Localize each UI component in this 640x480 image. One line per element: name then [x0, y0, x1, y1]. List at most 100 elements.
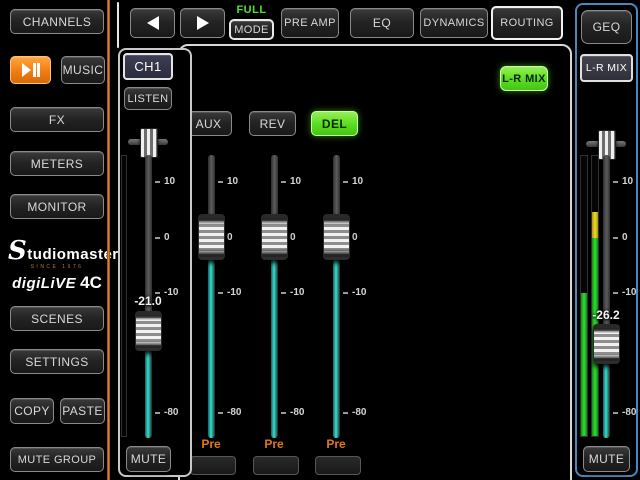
aux-sends-button[interactable]: AUX: [185, 111, 232, 136]
geq-button[interactable]: GEQ: [581, 10, 632, 44]
scenes-label: SCENES: [31, 312, 83, 326]
tab-dynamics[interactable]: DYNAMICS: [420, 8, 488, 38]
master-select-button[interactable]: L-R MIX: [580, 54, 633, 82]
paste-button[interactable]: PASTE: [60, 398, 105, 424]
send3-tick-10: 10: [343, 176, 375, 187]
mode-control: FULL MODE: [228, 4, 275, 42]
master-tick-0: 0: [613, 232, 640, 243]
tab-eq[interactable]: EQ: [350, 8, 414, 38]
master-fader-value: -26.2: [583, 308, 629, 322]
sidebar-item-music[interactable]: MUSIC: [61, 56, 105, 84]
send3-fader-fill: [333, 258, 339, 438]
rev-sends-button[interactable]: REV: [249, 111, 296, 136]
preamp-label: PRE AMP: [284, 17, 336, 29]
master-fader-fill: [603, 362, 609, 438]
send1-option-box[interactable]: [190, 456, 236, 475]
destination-badge[interactable]: L-R MIX: [500, 66, 548, 91]
aux-label: AUX: [196, 117, 222, 131]
destination-badge-label: L-R MIX: [502, 73, 546, 85]
routing-label: ROUTING: [500, 17, 554, 29]
master-tick-m80: -80: [613, 407, 640, 418]
send3-pre-label: Pre: [314, 437, 358, 451]
toolbar-divider: [117, 2, 119, 48]
send1-tick-10: 10: [218, 176, 250, 187]
listen-label: LISTEN: [128, 93, 169, 105]
left-arrow-icon: [147, 16, 159, 30]
brand-logo: Studiomaster SINCE 1976 digiLiVE4C: [8, 238, 106, 293]
channel-mute-label: MUTE: [131, 452, 167, 466]
tab-routing[interactable]: ROUTING: [491, 6, 563, 40]
master-meter-right-peak: [592, 212, 598, 238]
mode-label: MODE: [234, 24, 269, 36]
mode-state: FULL: [228, 4, 275, 16]
eq-label: EQ: [373, 16, 391, 30]
tab-preamp[interactable]: PRE AMP: [281, 8, 339, 38]
send1-fader-fill: [208, 258, 214, 438]
sidebar: CHANNELS MUSIC FX METERS MONITOR Studiom…: [0, 0, 107, 480]
send2-fader-fill: [271, 258, 277, 438]
send3-tick-m80: -80: [343, 407, 375, 418]
mixer-app: CHANNELS MUSIC FX METERS MONITOR Studiom…: [0, 0, 640, 480]
master-tick-m10: -10: [613, 287, 640, 298]
master-tick-10: 10: [613, 176, 640, 187]
play-pause-button[interactable]: [10, 56, 51, 84]
send3-option-box[interactable]: [315, 456, 361, 475]
send2-pre-label: Pre: [252, 437, 296, 451]
mode-button[interactable]: MODE: [229, 19, 274, 40]
channel-pan-knob[interactable]: [140, 128, 158, 158]
channel-fader-cap[interactable]: [135, 311, 162, 351]
sidebar-item-settings[interactable]: SETTINGS: [10, 349, 104, 374]
sidebar-item-monitor[interactable]: MONITOR: [10, 194, 104, 219]
mute-group-button[interactable]: MUTE GROUP: [10, 447, 104, 472]
play-pause-icon: [22, 63, 40, 77]
send1-fader-cap[interactable]: [198, 214, 225, 260]
master-name: L-R MIX: [586, 62, 627, 74]
settings-label: SETTINGS: [25, 355, 88, 369]
send3-tick-m10: -10: [343, 287, 375, 298]
channel-select-button[interactable]: CH1: [123, 53, 173, 80]
send2-fader-cap[interactable]: [261, 214, 288, 260]
master-mute-label: MUTE: [589, 452, 625, 466]
sidebar-item-channels[interactable]: CHANNELS: [10, 9, 104, 34]
paste-label: PASTE: [62, 404, 102, 418]
mute-group-label: MUTE GROUP: [18, 454, 97, 466]
brand-name: Studiomaster: [8, 238, 106, 264]
dynamics-label: DYNAMICS: [423, 17, 484, 29]
channels-label: CHANNELS: [23, 15, 92, 29]
master-mute-button[interactable]: MUTE: [583, 446, 630, 472]
send2-option-box[interactable]: [253, 456, 299, 475]
del-sends-button[interactable]: DEL: [311, 111, 358, 136]
sidebar-item-meters[interactable]: METERS: [10, 151, 104, 176]
product-name: digiLiVE: [12, 275, 76, 292]
sidebar-divider: [107, 0, 110, 480]
channel-mute-button[interactable]: MUTE: [126, 446, 171, 472]
send2-tick-m80: -80: [281, 407, 313, 418]
fx-label: FX: [49, 113, 65, 127]
right-arrow-icon: [197, 16, 209, 30]
channel-fader-fill: [145, 350, 151, 438]
send2-tick-10: 10: [281, 176, 313, 187]
rev-label: REV: [260, 117, 286, 131]
geq-label: GEQ: [593, 20, 621, 34]
music-label: MUSIC: [63, 63, 104, 77]
next-channel-button[interactable]: [180, 8, 225, 38]
send1-pre-label: Pre: [189, 437, 233, 451]
product-model: 4C: [80, 273, 102, 292]
prev-channel-button[interactable]: [130, 8, 175, 38]
del-label: DEL: [322, 117, 347, 131]
channel-name: CH1: [134, 59, 161, 74]
sidebar-item-scenes[interactable]: SCENES: [10, 306, 104, 331]
listen-button[interactable]: LISTEN: [124, 87, 172, 110]
send3-fader-cap[interactable]: [323, 214, 350, 260]
master-fader-cap[interactable]: [593, 324, 620, 364]
send1-tick-m10: -10: [218, 287, 250, 298]
copy-label: COPY: [14, 404, 50, 418]
channel-fader-value: -21.0: [125, 294, 171, 308]
product-logo: digiLiVE4C: [8, 273, 106, 293]
send2-tick-m10: -10: [281, 287, 313, 298]
monitor-label: MONITOR: [27, 200, 86, 214]
sidebar-item-fx[interactable]: FX: [10, 107, 104, 132]
send1-tick-m80: -80: [218, 407, 250, 418]
channel-tick-10: 10: [155, 176, 187, 187]
copy-button[interactable]: COPY: [10, 398, 54, 424]
